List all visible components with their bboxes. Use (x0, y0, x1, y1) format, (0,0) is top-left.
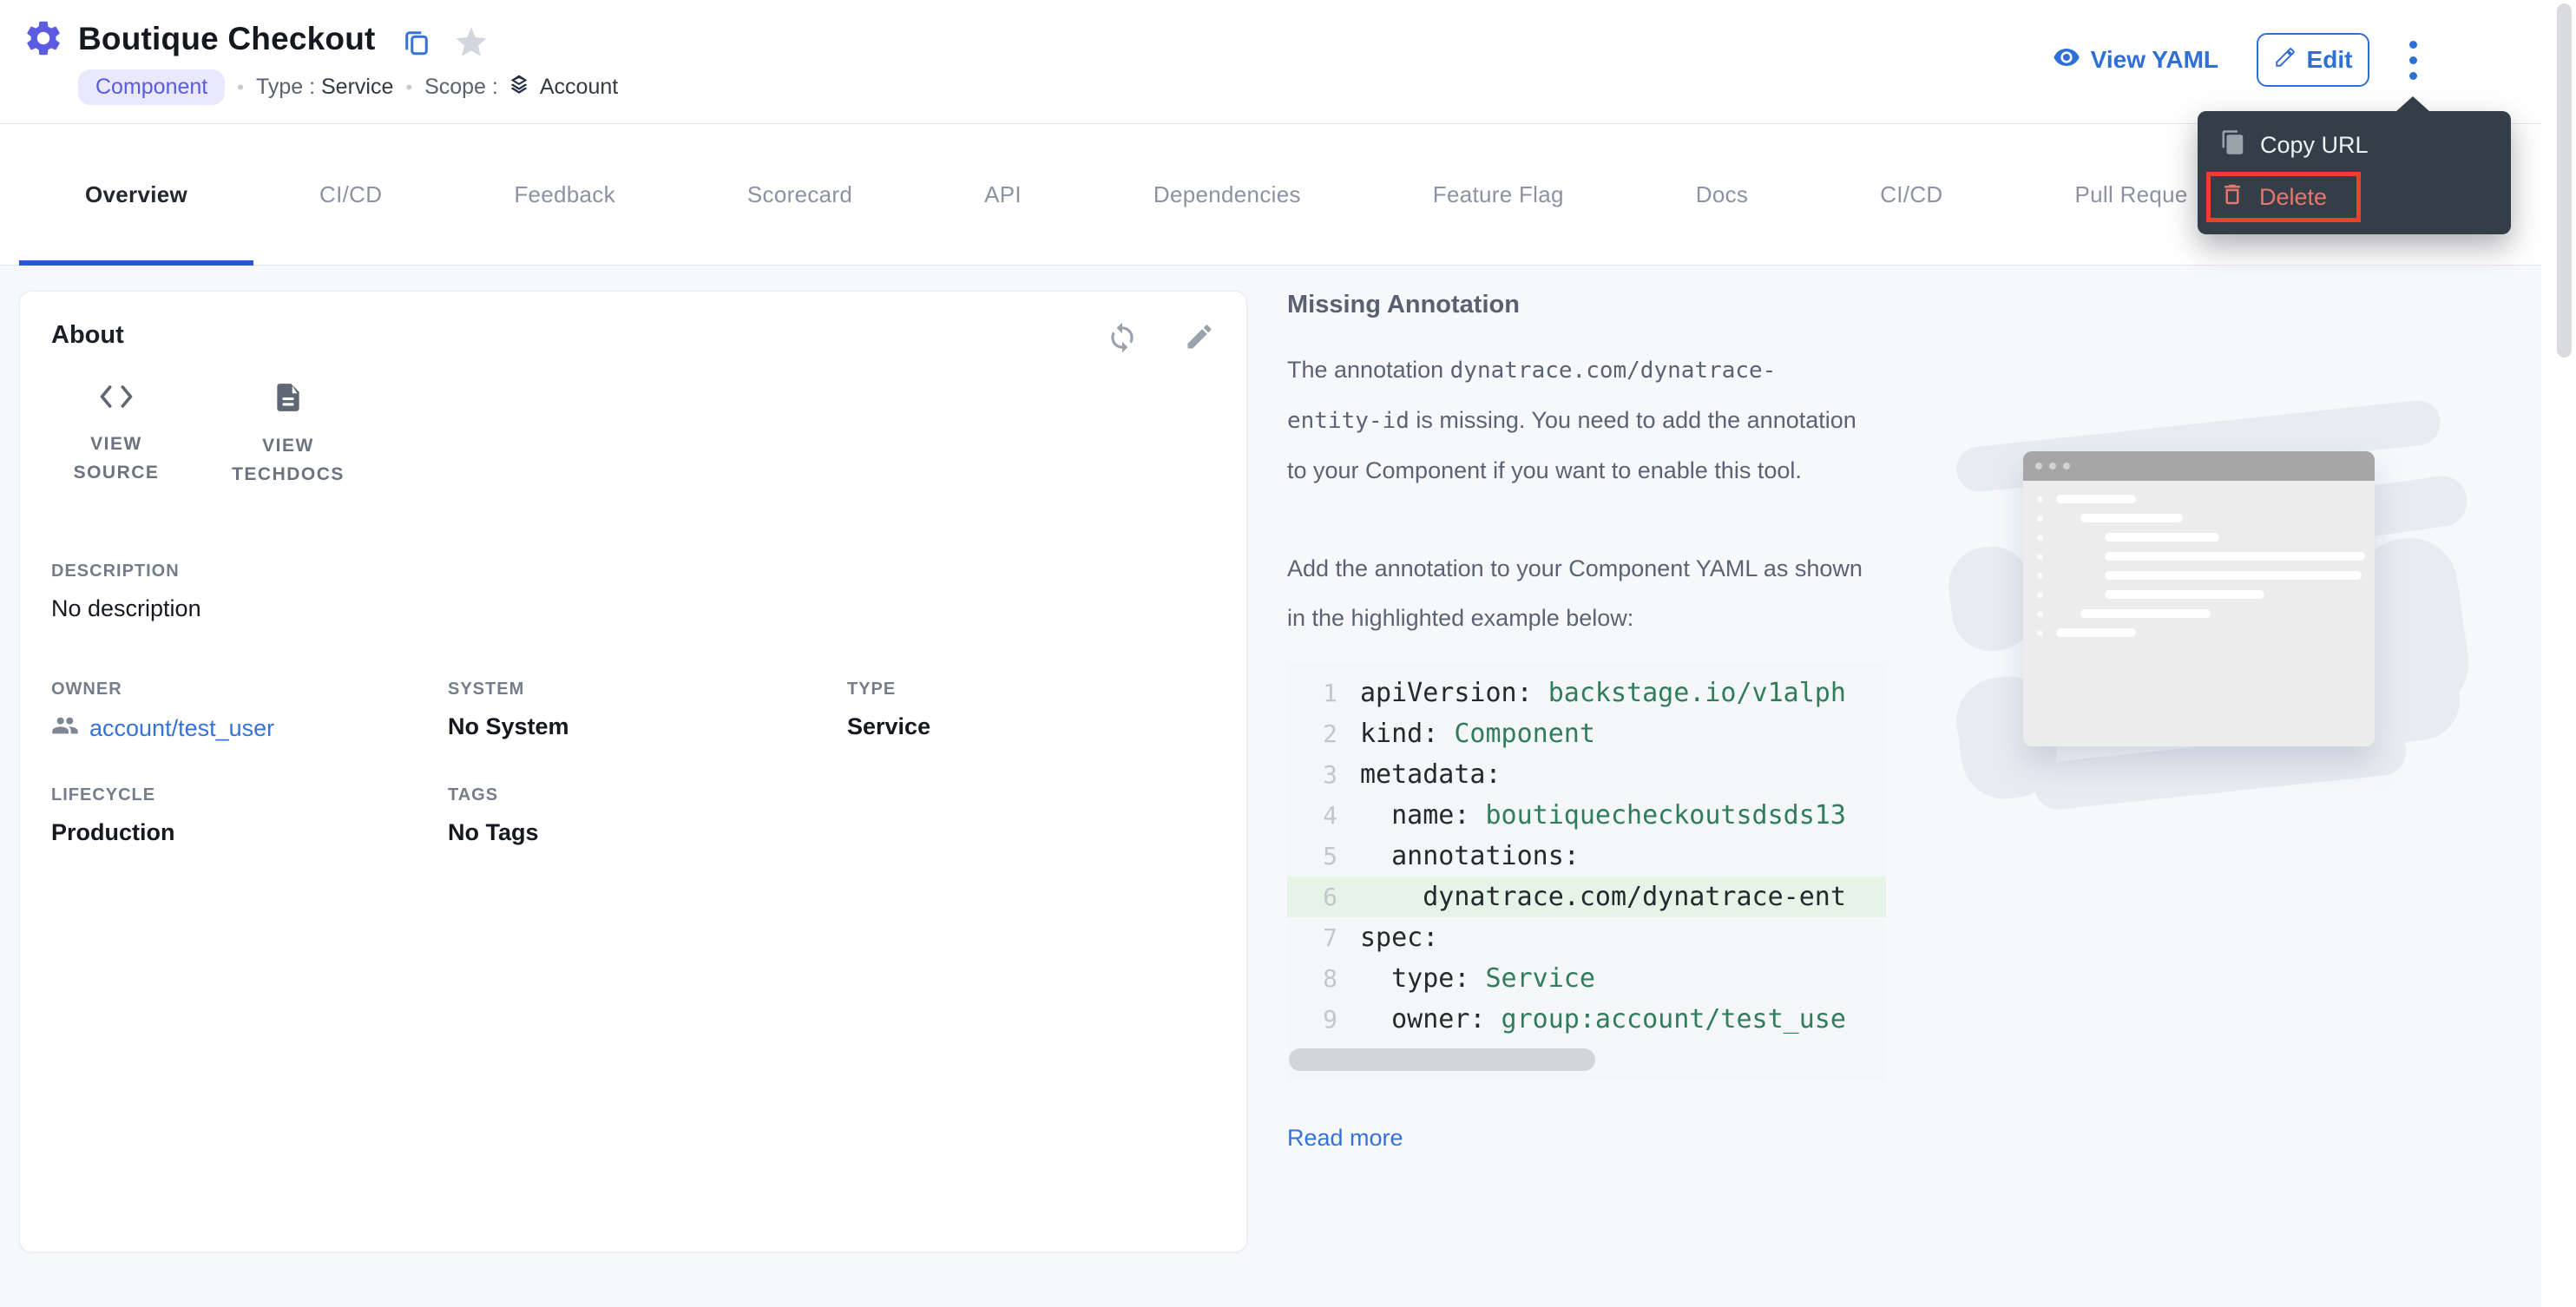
missing-annotation-heading: Missing Annotation (1287, 291, 2537, 319)
code-line-8: 8 type: Service (1287, 958, 1886, 999)
tags-value: No Tags (448, 819, 847, 846)
tab-ci-cd[interactable]: CI/CD (1814, 124, 2008, 265)
page-title: Boutique Checkout (78, 21, 376, 57)
tab-feature-flag[interactable]: Feature Flag (1367, 124, 1630, 265)
system-label: SYSTEM (448, 680, 847, 699)
lifecycle-field: LIFECYCLE Production (51, 785, 448, 846)
type-label: Type : (256, 75, 315, 99)
stack-scope-icon (507, 72, 531, 102)
read-more-link[interactable]: Read more (1287, 1125, 1403, 1152)
refresh-icon[interactable] (1106, 321, 1139, 357)
dot-separator: • (237, 76, 244, 99)
code-line-6: 6 dynatrace.com/dynatrace-ent (1287, 877, 1886, 917)
vertical-scrollbar-thumb[interactable] (2557, 3, 2572, 358)
tags-label: TAGS (448, 785, 847, 805)
tab-scorecard[interactable]: Scorecard (681, 124, 918, 265)
copy-icon (2220, 129, 2246, 161)
edit-label: Edit (2307, 46, 2353, 74)
tab-ci-cd[interactable]: CI/CD (253, 124, 448, 265)
more-options-menu: Copy URL Delete (2198, 111, 2511, 234)
copy-name-icon[interactable] (401, 27, 432, 62)
about-card: About VIEW SOURCE VIEW TECHDOCS (19, 291, 1247, 1252)
component-gear-icon (23, 17, 64, 59)
content-area: About VIEW SOURCE VIEW TECHDOCS (0, 266, 2576, 1307)
scope-value: Account (540, 75, 618, 100)
view-techdocs-label: VIEW TECHDOCS (223, 432, 353, 489)
code-icon (97, 381, 135, 415)
edit-about-pencil-icon[interactable] (1184, 321, 1215, 355)
view-techdocs-button[interactable]: VIEW TECHDOCS (223, 381, 353, 489)
code-line-1: 1apiVersion: backstage.io/v1alph (1287, 673, 1886, 713)
type-field-label: TYPE (847, 680, 1215, 699)
view-yaml-link[interactable]: View YAML (2053, 43, 2218, 77)
description-label: DESCRIPTION (51, 562, 1215, 581)
yaml-code-snippet: 1apiVersion: backstage.io/v1alph2kind: C… (1287, 662, 1886, 1081)
code-line-3: 3metadata: (1287, 754, 1886, 795)
tab-dependencies[interactable]: Dependencies (1088, 124, 1367, 265)
mini-editor-titlebar (2023, 451, 2375, 481)
code-line-9: 9 owner: group:account/test_use (1287, 999, 1886, 1040)
pencil-icon (2274, 46, 2297, 75)
trash-icon (2219, 181, 2245, 213)
tab-feedback[interactable]: Feedback (448, 124, 681, 265)
more-options-kebab-button[interactable] (2395, 33, 2430, 87)
tab-overview[interactable]: Overview (19, 124, 253, 265)
menu-item-copy-url[interactable]: Copy URL (2198, 120, 2511, 170)
annotation-text: The annotation (1287, 357, 1450, 383)
lifecycle-value: Production (51, 819, 448, 846)
code-line-7: 7spec: (1287, 917, 1886, 958)
entity-breadcrumb: Component • Type : Service • Scope : Acc… (78, 69, 618, 105)
delete-label: Delete (2259, 184, 2327, 211)
view-source-button[interactable]: VIEW SOURCE (51, 381, 181, 489)
system-field: SYSTEM No System (448, 680, 847, 745)
code-line-5: 5 annotations: (1287, 836, 1886, 877)
vertical-scrollbar-track (2541, 0, 2576, 1307)
type-field-value: Service (847, 713, 1215, 740)
owner-link[interactable]: account/test_user (51, 712, 448, 745)
code-line-2: 2kind: Component (1287, 713, 1886, 754)
missing-annotation-panel: Missing Annotation The annotation dynatr… (1287, 291, 2537, 1152)
code-line-4: 4 name: boutiquecheckoutsdsds13 (1287, 795, 1886, 836)
type-value: Service (321, 75, 393, 99)
dot-separator: • (405, 76, 412, 99)
tags-field: TAGS No Tags (448, 785, 847, 846)
owner-field: OWNER account/test_user (51, 680, 448, 745)
owner-value: account/test_user (89, 715, 274, 742)
system-value: No System (448, 713, 847, 740)
lifecycle-label: LIFECYCLE (51, 785, 448, 805)
annotation-instruction: Add the annotation to your Component YAM… (1287, 544, 1864, 643)
document-icon (272, 381, 305, 417)
edit-button[interactable]: Edit (2257, 33, 2369, 87)
tab-api[interactable]: API (918, 124, 1088, 265)
about-heading: About (51, 321, 124, 350)
page-header: Boutique Checkout Component • Type : Ser… (0, 0, 2576, 124)
annotation-description: The annotation dynatrace.com/dynatrace-e… (1287, 345, 1864, 496)
owner-label: OWNER (51, 680, 448, 699)
tab-docs[interactable]: Docs (1630, 124, 1814, 265)
star-favorite-icon[interactable] (453, 24, 490, 65)
code-horizontal-scrollbar[interactable] (1289, 1048, 1595, 1071)
description-value: No description (51, 595, 1215, 622)
mini-editor-window (2023, 451, 2375, 746)
kind-badge: Component (78, 69, 225, 105)
eye-icon (2053, 43, 2080, 77)
scope-label: Scope : (424, 75, 498, 100)
entity-tab-bar: OverviewCI/CDFeedbackScorecardAPIDepende… (0, 124, 2576, 266)
view-yaml-label: View YAML (2091, 46, 2218, 74)
type-field: TYPE Service (847, 680, 1215, 745)
view-source-label: VIEW SOURCE (51, 430, 181, 487)
menu-item-delete[interactable]: Delete (2206, 172, 2361, 222)
code-editor-illustration (1955, 399, 2476, 807)
copy-url-label: Copy URL (2260, 132, 2369, 159)
people-icon (51, 712, 79, 745)
